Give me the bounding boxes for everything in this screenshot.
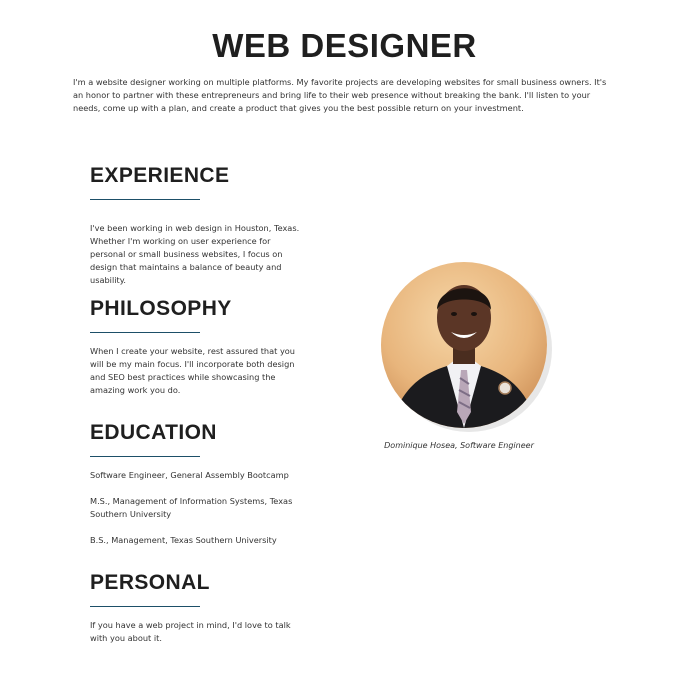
profile-portrait-illustration bbox=[381, 262, 547, 428]
profile-photo bbox=[381, 262, 547, 428]
experience-divider bbox=[90, 199, 200, 200]
education-item: M.S., Management of Information Systems,… bbox=[90, 496, 293, 519]
education-item: B.S., Management, Texas Southern Univers… bbox=[90, 535, 277, 545]
philosophy-divider bbox=[90, 332, 200, 333]
personal-heading: PERSONAL bbox=[90, 571, 210, 594]
education-heading: EDUCATION bbox=[90, 421, 217, 444]
education-item: Software Engineer, General Assembly Boot… bbox=[90, 470, 289, 480]
intro-paragraph: I'm a website designer working on multip… bbox=[73, 77, 607, 113]
education-divider bbox=[90, 456, 200, 457]
personal-divider bbox=[90, 606, 200, 607]
personal-text: If you have a web project in mind, I'd l… bbox=[90, 620, 291, 643]
photo-caption: Dominique Hosea, Software Engineer bbox=[384, 441, 534, 450]
experience-heading: EXPERIENCE bbox=[90, 164, 230, 187]
page-title: WEB DESIGNER bbox=[212, 27, 477, 64]
philosophy-text: When I create your website, rest assured… bbox=[90, 346, 295, 395]
philosophy-heading: PHILOSOPHY bbox=[90, 297, 232, 320]
experience-text: I've been working in web design in Houst… bbox=[90, 223, 300, 285]
